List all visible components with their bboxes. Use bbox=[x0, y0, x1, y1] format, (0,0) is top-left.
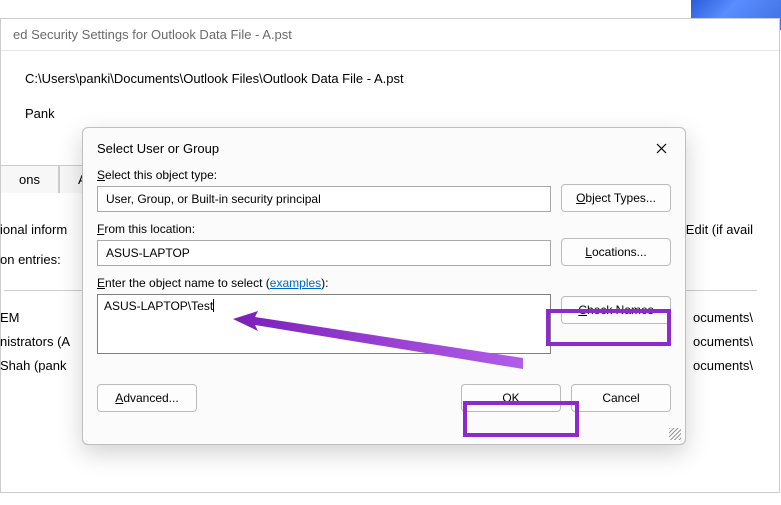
path-partial-2: ocuments\ bbox=[693, 334, 753, 349]
list-item-3[interactable]: Shah (pank bbox=[0, 358, 67, 373]
parent-window-title: ed Security Settings for Outlook Data Fi… bbox=[1, 19, 779, 51]
object-type-field: User, Group, or Built-in security princi… bbox=[97, 186, 551, 212]
owner-partial: Pank bbox=[25, 106, 755, 121]
entries-label-partial: on entries: bbox=[0, 252, 61, 267]
location-field: ASUS-LAPTOP bbox=[97, 240, 551, 266]
info-partial: ional inform bbox=[0, 222, 67, 237]
tab-permissions-partial[interactable]: ons bbox=[0, 165, 59, 193]
cancel-button[interactable]: Cancel bbox=[571, 384, 671, 412]
close-button[interactable] bbox=[651, 138, 671, 158]
check-names-button[interactable]: Check Names bbox=[561, 296, 671, 324]
examples-link[interactable]: examples bbox=[270, 276, 321, 290]
advanced-button[interactable]: Advanced... bbox=[97, 384, 197, 412]
resize-grip[interactable] bbox=[669, 428, 681, 440]
file-path: C:\Users\panki\Documents\Outlook Files\O… bbox=[25, 71, 755, 86]
select-user-dialog: Select User or Group Select this object … bbox=[82, 127, 686, 445]
locations-button[interactable]: Locations... bbox=[561, 238, 671, 266]
path-partial-1: ocuments\ bbox=[693, 310, 753, 325]
location-label: From this location: bbox=[97, 222, 551, 236]
list-item-2[interactable]: nistrators (A bbox=[0, 334, 70, 349]
dialog-title: Select User or Group bbox=[97, 141, 219, 156]
list-item-1[interactable]: EM bbox=[0, 310, 20, 325]
object-types-button[interactable]: Object Types... bbox=[561, 184, 671, 212]
object-name-input[interactable]: ASUS-LAPTOP\Test bbox=[97, 294, 551, 354]
object-name-label: Enter the object name to select (example… bbox=[97, 276, 551, 290]
object-type-label: Select this object type: bbox=[97, 168, 551, 182]
path-partial-3: ocuments\ bbox=[693, 358, 753, 373]
ok-button[interactable]: OK bbox=[461, 384, 561, 412]
close-icon bbox=[656, 143, 667, 154]
